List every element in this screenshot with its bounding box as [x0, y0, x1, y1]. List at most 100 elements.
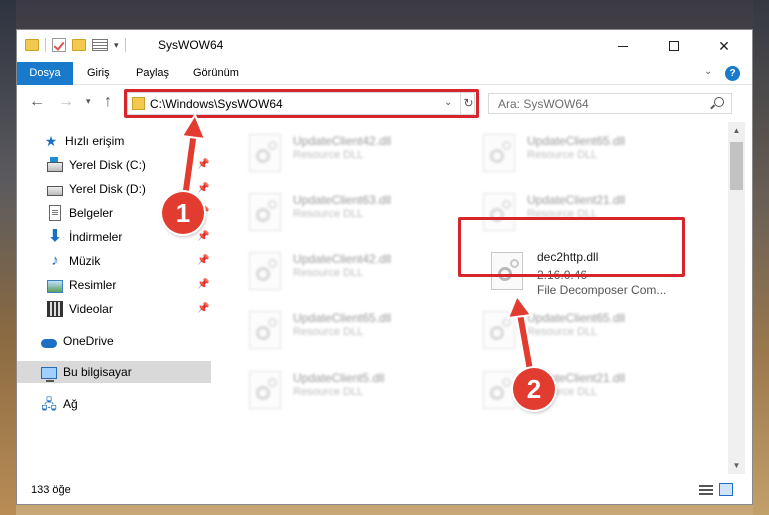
- star-icon: ★: [44, 133, 58, 149]
- dll-file-icon: [249, 371, 281, 409]
- sidebar-item-network[interactable]: 🖧 Ağ: [17, 393, 211, 415]
- back-arrow-icon[interactable]: ←: [29, 93, 45, 111]
- drive-icon: [47, 185, 63, 196]
- desktop-wallpaper-right: [753, 0, 769, 515]
- dll-file-icon: [483, 134, 515, 172]
- file-name: UpdateClient63.dll: [293, 193, 392, 207]
- pin-icon[interactable]: 📌: [197, 279, 209, 290]
- scroll-down-arrow-icon[interactable]: ▼: [728, 457, 745, 474]
- file-type: File Decomposer Com...: [537, 283, 667, 297]
- document-icon: [49, 205, 61, 221]
- tab-file[interactable]: Dosya: [17, 62, 73, 85]
- sidebar-item-label: Videolar: [69, 302, 113, 316]
- pin-icon[interactable]: 📌: [197, 183, 209, 194]
- pin-icon[interactable]: 📌: [197, 231, 209, 242]
- dll-file-icon: [483, 311, 515, 349]
- close-button[interactable]: ✕: [701, 30, 747, 62]
- navigation-bar: ← → ▾ ↑ C:\Windows\SysWOW64 ⌄ ↻ Ara: Sys…: [17, 86, 752, 120]
- tab-view[interactable]: Görünüm: [185, 62, 247, 85]
- target-file-highlight: [458, 217, 685, 277]
- film-strip-icon: [47, 301, 63, 317]
- picture-icon: [47, 279, 63, 293]
- sidebar-item-this-pc[interactable]: Bu bilgisayar: [17, 361, 211, 383]
- download-arrow-icon: ⬇: [48, 228, 62, 245]
- toolbar-divider: [124, 38, 126, 52]
- computer-icon: [41, 366, 57, 382]
- recent-locations-chevron-icon[interactable]: ▾: [86, 96, 91, 107]
- file-type: Resource DLL: [527, 326, 598, 338]
- file-name: UpdateClient5.dll: [293, 371, 385, 385]
- tab-home[interactable]: Giriş: [79, 62, 118, 85]
- new-folder-icon[interactable]: [72, 39, 86, 51]
- file-name: UpdateClient42.dll: [293, 252, 392, 266]
- quick-access-toolbar: ▾: [25, 38, 126, 52]
- sidebar-item-music[interactable]: ♪ Müzik 📌: [17, 250, 211, 272]
- vertical-scrollbar[interactable]: ▲ ▼: [728, 122, 745, 474]
- status-bar: 133 öğe: [17, 476, 752, 504]
- file-name: UpdateClient65.dll: [527, 134, 626, 148]
- file-type: Resource DLL: [293, 208, 364, 220]
- properties-check-icon[interactable]: [52, 38, 66, 52]
- file-item[interactable]: UpdateClient5.dll Resource DLL: [233, 365, 463, 417]
- pin-icon[interactable]: 📌: [197, 255, 209, 266]
- expand-ribbon-chevron-icon[interactable]: ⌄: [704, 66, 712, 77]
- file-item[interactable]: UpdateClient42.dll Resource DLL: [233, 246, 463, 298]
- maximize-button[interactable]: [651, 30, 697, 62]
- sidebar-item-onedrive[interactable]: OneDrive: [17, 330, 211, 352]
- sidebar-item-videos[interactable]: Videolar 📌: [17, 298, 211, 320]
- music-note-icon: ♪: [51, 252, 59, 269]
- window-title: SysWOW64: [158, 38, 224, 52]
- file-item[interactable]: UpdateClient65.dll Resource DLL: [467, 128, 697, 180]
- sidebar-item-label: Yerel Disk (C:): [69, 158, 146, 172]
- ribbon-tabs: Dosya Giriş Paylaş Görünüm ⌄ ?: [17, 62, 752, 85]
- step-marker-2: 2: [513, 368, 555, 410]
- sidebar-item-label: Hızlı erişim: [65, 134, 125, 148]
- customize-toolbar-chevron-icon[interactable]: ▾: [114, 40, 119, 51]
- file-type: Resource DLL: [293, 149, 364, 161]
- navigation-pane: ★ Hızlı erişim Yerel Disk (C:) 📌 Yerel D…: [17, 122, 217, 472]
- help-icon[interactable]: ?: [725, 66, 740, 81]
- up-arrow-icon[interactable]: ↑: [104, 93, 112, 111]
- file-item[interactable]: UpdateClient65.dll Resource DLL: [467, 305, 697, 357]
- forward-arrow-icon[interactable]: →: [58, 93, 74, 111]
- sidebar-item-label: Ağ: [63, 397, 78, 411]
- folder-icon: [25, 39, 39, 51]
- minimize-icon: [618, 45, 628, 47]
- file-type: Resource DLL: [293, 386, 364, 398]
- sidebar-item-local-disk-c[interactable]: Yerel Disk (C:) 📌: [17, 154, 211, 176]
- file-name: UpdateClient65.dll: [527, 311, 626, 325]
- scroll-thumb[interactable]: [730, 142, 743, 190]
- dll-file-icon: [249, 252, 281, 290]
- details-view-icon[interactable]: [699, 485, 713, 495]
- scroll-up-arrow-icon[interactable]: ▲: [728, 122, 745, 139]
- network-icon: 🖧: [41, 396, 57, 412]
- file-name: UpdateClient42.dll: [293, 134, 392, 148]
- file-item[interactable]: UpdateClient63.dll Resource DLL: [233, 187, 463, 239]
- cloud-icon: [41, 338, 57, 348]
- pin-icon[interactable]: 📌: [197, 303, 209, 314]
- properties-icon[interactable]: [92, 39, 108, 51]
- file-item[interactable]: UpdateClient42.dll Resource DLL: [233, 128, 463, 180]
- dll-file-icon: [249, 134, 281, 172]
- sidebar-item-label: Bu bilgisayar: [63, 365, 132, 379]
- file-item[interactable]: UpdateClient21.dll Resource DLL: [467, 365, 697, 417]
- step-marker-1: 1: [162, 192, 204, 234]
- file-type: Resource DLL: [293, 326, 364, 338]
- address-bar-highlight: [124, 89, 479, 118]
- file-list: UpdateClient42.dll Resource DLL UpdateCl…: [225, 122, 729, 472]
- sidebar-item-pictures[interactable]: Resimler 📌: [17, 274, 211, 296]
- sidebar-item-quick-access[interactable]: ★ Hızlı erişim: [17, 130, 211, 152]
- search-placeholder: Ara: SysWOW64: [498, 97, 589, 111]
- search-icon[interactable]: [714, 97, 724, 107]
- pin-icon[interactable]: 📌: [197, 159, 209, 170]
- large-icons-view-icon[interactable]: [719, 483, 733, 496]
- sidebar-item-label: Müzik: [69, 254, 101, 268]
- minimize-button[interactable]: [600, 30, 646, 62]
- desktop-wallpaper-left: [0, 0, 16, 515]
- file-item[interactable]: UpdateClient65.dll Resource DLL: [233, 305, 463, 357]
- tab-share[interactable]: Paylaş: [128, 62, 177, 85]
- sidebar-item-label: Belgeler: [69, 206, 114, 220]
- search-input[interactable]: Ara: SysWOW64: [488, 93, 732, 114]
- dll-file-icon: [249, 193, 281, 231]
- item-count: 133 öğe: [31, 484, 71, 496]
